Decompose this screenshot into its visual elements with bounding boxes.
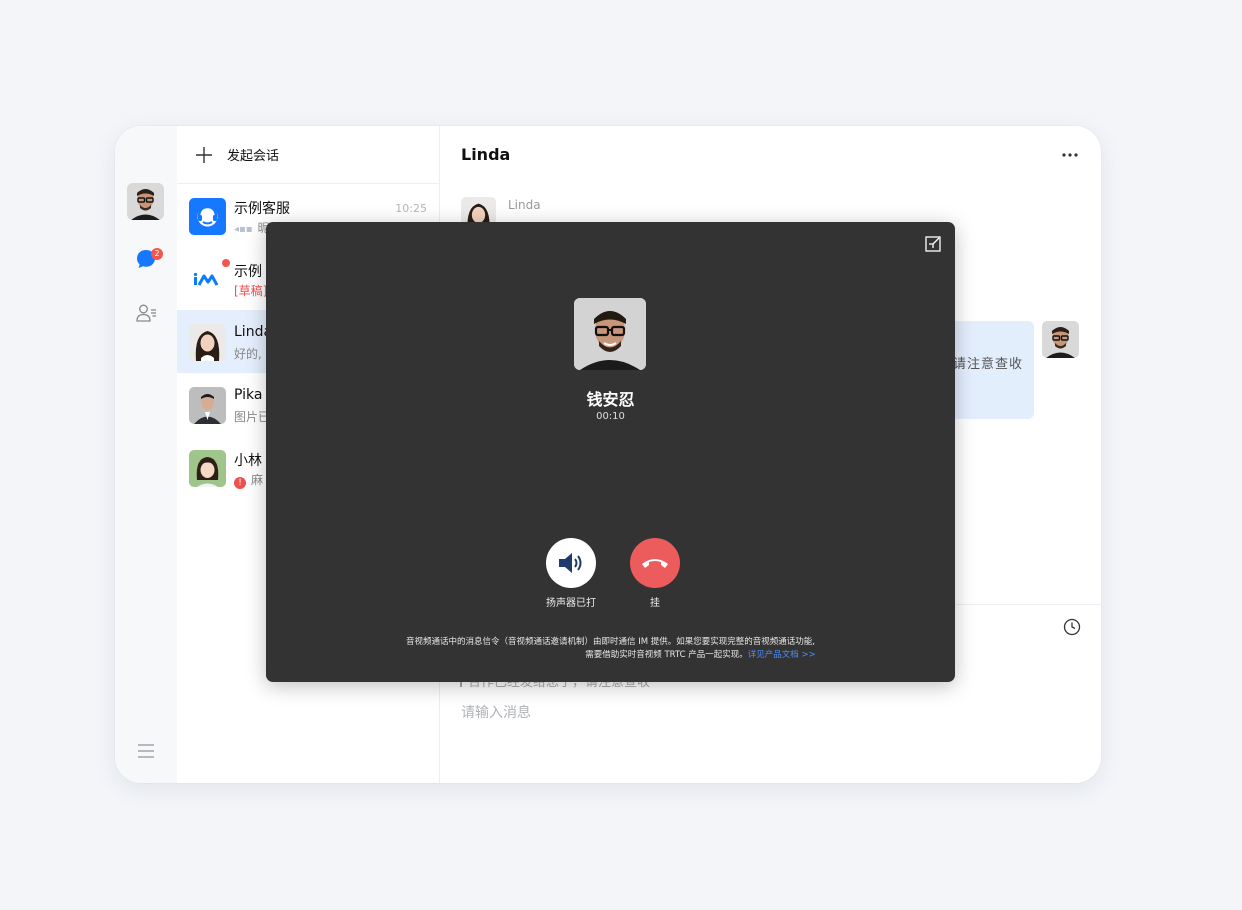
new-chat-button[interactable]: 发起会话: [177, 126, 439, 184]
call-notice: 音视频通话中的消息信令（音视频通话邀请机制）由即时通信 IM 提供。如果您要实现…: [266, 636, 955, 662]
notice-line-1: 音视频通话中的消息信令（音视频通话邀请机制）由即时通信 IM 提供。如果您要实现…: [406, 637, 815, 647]
message-input[interactable]: 请输入消息: [461, 702, 531, 722]
error-icon: !: [234, 477, 246, 489]
conversation-time: 10:25: [395, 202, 427, 215]
chat-title: Linda: [461, 145, 511, 164]
call-duration: 00:10: [596, 411, 625, 422]
contacts-icon[interactable]: [135, 302, 157, 324]
minimize-window-icon[interactable]: [925, 236, 941, 252]
conversation-preview: 好的,: [234, 347, 262, 361]
message-avatar[interactable]: [1042, 321, 1079, 358]
unread-badge: 2: [151, 248, 163, 260]
im-logo-avatar: [189, 261, 226, 298]
notice-line-2: 需要借助实时音视频 TRTC 产品一起实现。详见产品文档 >>: [585, 650, 816, 660]
conversation-preview: ! 麻: [234, 471, 263, 489]
message-sender-name: Linda: [508, 198, 541, 212]
customer-service-avatar: [189, 198, 226, 235]
menu-icon[interactable]: [136, 742, 156, 760]
conversation-name: 小林: [234, 453, 262, 469]
callee-name: 钱安忍: [586, 390, 635, 409]
hangup-label: 挂: [650, 598, 660, 609]
hangup-button[interactable]: [630, 538, 680, 588]
my-avatar[interactable]: [127, 183, 164, 220]
new-chat-label: 发起会话: [227, 149, 280, 164]
read-receipt-icon: ◂▪▪: [234, 224, 253, 235]
xiaolin-avatar: [189, 450, 226, 487]
linda-avatar: [189, 324, 226, 361]
pika-avatar: [189, 387, 226, 424]
plus-icon: [196, 146, 212, 163]
message-text: 请注意查收: [953, 357, 1024, 372]
conversation-name: 示例客服: [234, 201, 290, 217]
more-options-icon[interactable]: [1061, 152, 1079, 158]
callee-avatar: [574, 298, 646, 370]
draft-preview: [草稿]: [234, 284, 268, 298]
nav-rail: 2: [115, 126, 178, 783]
speaker-icon: [559, 553, 582, 573]
conversation-name: 示例: [234, 264, 262, 280]
call-dialog: 钱安忍 00:10 扬声器已打 挂 音视频通话中的消息信令（音视频通话邀请机制）…: [266, 222, 955, 682]
speaker-button[interactable]: [546, 538, 596, 588]
hangup-phone-icon: [642, 559, 668, 568]
conversation-preview: 图片已: [234, 410, 271, 424]
conversation-preview: ◂▪▪ 昵: [234, 221, 270, 235]
unread-dot: [222, 259, 230, 267]
product-docs-link[interactable]: 详见产品文档 >>: [748, 650, 816, 660]
clock-icon[interactable]: [1063, 618, 1081, 636]
conversation-name: Pika: [234, 387, 263, 403]
